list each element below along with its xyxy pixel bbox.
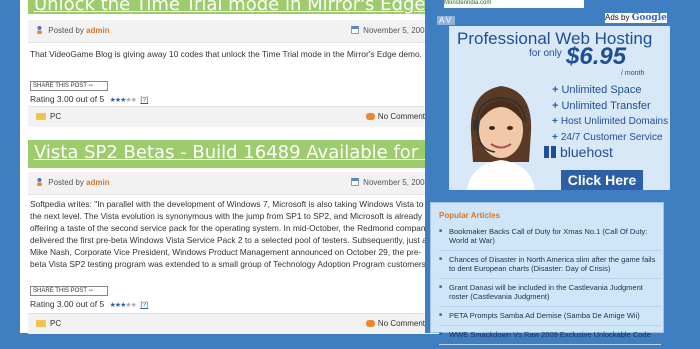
ad-price: $6.95 bbox=[566, 43, 627, 70]
comments-link[interactable]: No Comments bbox=[365, 319, 429, 328]
author-link[interactable]: admin bbox=[86, 178, 110, 187]
rating-help-link[interactable]: [?] bbox=[140, 97, 148, 104]
post-date: November 5, 2008 bbox=[351, 178, 429, 187]
ad-feature: Unlimited Transfer bbox=[552, 98, 668, 114]
folder-icon bbox=[36, 320, 46, 327]
ad-features-list: Unlimited Space Unlimited Transfer Host … bbox=[552, 82, 668, 146]
ad-brand-text: bluehost bbox=[560, 144, 613, 160]
popular-article-link[interactable]: Bookmaker Backs Call of Duty for Xmas No… bbox=[439, 227, 661, 251]
rating-help-link[interactable]: [?] bbox=[140, 302, 148, 309]
popular-articles-heading: Popular Articles bbox=[439, 211, 501, 220]
ad-feature: Unlimited Space bbox=[552, 82, 668, 98]
person-icon bbox=[37, 178, 42, 186]
rating-stars[interactable]: ★★★★★ bbox=[110, 96, 137, 104]
author-link[interactable]: admin bbox=[86, 26, 110, 35]
ad-for-only: for only bbox=[529, 48, 562, 59]
popular-articles-list: Bookmaker Backs Call of Duty for Xmas No… bbox=[439, 227, 661, 349]
comment-icon bbox=[365, 113, 375, 120]
person-icon bbox=[37, 26, 42, 34]
post-body: Softpedia writes: "In parallel with the … bbox=[30, 199, 432, 269]
share-button[interactable]: SHARE THIS POST ▪▪ bbox=[30, 286, 108, 296]
ads-by-brand: Google bbox=[631, 13, 667, 23]
sidebar-top-link[interactable]: Monsterindia.com bbox=[444, 0, 584, 8]
ads-by-label[interactable]: Ads by Google bbox=[605, 13, 667, 23]
posted-by-label: Posted by bbox=[48, 178, 84, 187]
category-link[interactable]: PC bbox=[50, 319, 61, 328]
calendar-icon bbox=[351, 178, 360, 186]
ad-click-here-button[interactable]: Click Here bbox=[561, 170, 643, 190]
post-footer: PC No Comments bbox=[28, 313, 439, 334]
popular-article-link[interactable]: Grant Danasi will be included in the Cas… bbox=[439, 283, 661, 307]
calendar-icon bbox=[351, 26, 360, 34]
post-footer: PC No Comments bbox=[28, 106, 439, 127]
category-link[interactable]: PC bbox=[50, 112, 61, 121]
popular-articles-box: Popular Articles Bookmaker Backs Call of… bbox=[430, 202, 664, 345]
share-label: SHARE THIS POST bbox=[33, 83, 87, 89]
ad-choices-icon[interactable]: AV bbox=[437, 16, 456, 25]
popular-article-link[interactable]: Chances of Disaster in North America sli… bbox=[439, 255, 661, 279]
post-meta: Posted by admin November 5, 2008 bbox=[28, 172, 439, 195]
comments-link[interactable]: No Comments bbox=[365, 112, 429, 121]
popular-article-link[interactable]: PETA Prompts Samba Ad Demise (Samba De A… bbox=[439, 311, 661, 326]
post-date: November 5, 2008 bbox=[351, 26, 429, 35]
support-agent-image bbox=[451, 72, 551, 190]
post-title-bar: Vista SP2 Betas - Build 16489 Available … bbox=[28, 140, 439, 168]
post-rating: Rating 3.00 out of 5 ★★★★★ [?] bbox=[30, 299, 148, 309]
popular-article-link[interactable]: WWE Smackdown Vs Raw 2009 Exclusive Unlo… bbox=[439, 330, 661, 345]
post-title-bar: Unlock the Time Trial mode in Mirror's E… bbox=[28, 0, 439, 14]
rating-text: Rating 3.00 out of 5 bbox=[30, 299, 105, 309]
ad-feature: Host Unlimited Domains bbox=[552, 114, 668, 130]
post-meta: Posted by admin November 5, 2008 bbox=[28, 20, 439, 43]
share-icons: ▪▪ bbox=[88, 288, 93, 294]
ads-by-text: Ads by bbox=[605, 13, 630, 22]
folder-icon bbox=[36, 113, 46, 120]
bluehost-logo-icon bbox=[544, 146, 556, 158]
hosting-ad-banner[interactable]: Professional Web Hosting for only $6.95 … bbox=[449, 26, 670, 190]
comments-text: No Comments bbox=[377, 112, 429, 121]
page-left-margin bbox=[0, 0, 20, 333]
share-label: SHARE THIS POST bbox=[33, 288, 87, 294]
post-author-line: Posted by admin bbox=[36, 26, 110, 35]
post-title-link[interactable]: Unlock the Time Trial mode in Mirror's E… bbox=[34, 0, 439, 14]
comment-icon bbox=[365, 320, 375, 327]
post-date-text: November 5, 2008 bbox=[363, 26, 429, 35]
ad-per-month: / month bbox=[621, 70, 645, 77]
post-title-link[interactable]: Vista SP2 Betas - Build 16489 Available … bbox=[34, 142, 439, 163]
rating-text: Rating 3.00 out of 5 bbox=[30, 94, 105, 104]
ad-brand-logo: bluehost bbox=[544, 144, 613, 160]
post-author-line: Posted by admin bbox=[36, 178, 110, 187]
share-icons: ▪▪ bbox=[88, 83, 93, 89]
post-body: That VideoGame Blog is giving away 10 co… bbox=[30, 49, 423, 59]
rating-stars[interactable]: ★★★★★ bbox=[110, 301, 137, 309]
comments-text: No Comments bbox=[377, 319, 429, 328]
main-content: Unlock the Time Trial mode in Mirror's E… bbox=[20, 0, 439, 334]
post-date-text: November 5, 2008 bbox=[363, 178, 429, 187]
post-rating: Rating 3.00 out of 5 ★★★★★ [?] bbox=[30, 94, 148, 104]
posted-by-label: Posted by bbox=[48, 26, 84, 35]
share-button[interactable]: SHARE THIS POST ▪▪ bbox=[30, 81, 108, 91]
